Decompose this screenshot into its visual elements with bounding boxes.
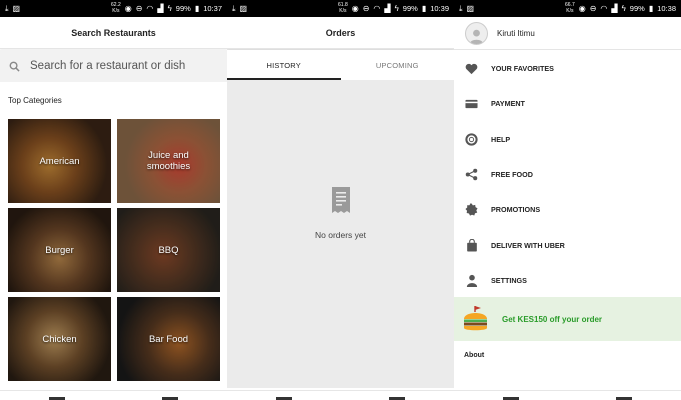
wifi-icon: ◠: [600, 3, 608, 13]
search-input[interactable]: [30, 60, 210, 72]
share-icon: [465, 168, 478, 181]
image-icon: ▨: [239, 3, 248, 13]
menu-item-label: PAYMENT: [491, 99, 525, 109]
promo-banner[interactable]: Get KES150 off your order: [454, 297, 681, 341]
category-tile-bar-food[interactable]: Bar Food: [117, 297, 220, 381]
orders-tabs: HISTORY UPCOMING: [227, 50, 454, 80]
lifebuoy-icon: [465, 133, 478, 146]
menu-item-label: FREE FOOD: [491, 170, 533, 180]
battery-level: 99%: [629, 4, 645, 13]
dnd-icon: ⊖: [362, 3, 370, 13]
location-icon: ◉: [578, 3, 586, 13]
image-icon: ▨: [466, 3, 475, 13]
tab-upcoming[interactable]: UPCOMING: [341, 50, 455, 80]
battery-icon: ▮: [648, 3, 654, 13]
menu-item-promotions[interactable]: PROMOTIONS: [454, 192, 681, 227]
charging-icon: ϟ: [167, 3, 172, 13]
about-link[interactable]: About: [464, 352, 484, 359]
avatar[interactable]: [465, 21, 488, 45]
menu-item-label: YOUR FAVORITES: [491, 64, 554, 74]
menu-item-label: PROMOTIONS: [491, 205, 541, 215]
empty-state: No orders yet: [227, 186, 454, 240]
menu-screen: ⤓ ▨ 66.7 K/s ◉ ⊖ ◠ ▟ ϟ 99% ▮ 10:38 Kirut…: [454, 0, 681, 400]
category-tile-bbq[interactable]: BBQ: [117, 208, 220, 292]
bottom-nav: [454, 388, 681, 400]
page-title: Orders: [227, 17, 454, 49]
promo-text: Get KES150 off your order: [502, 314, 603, 324]
network-speed: 62.2 K/s: [111, 2, 121, 14]
battery-icon: ▮: [194, 3, 200, 13]
category-tile-juice[interactable]: Juice and smoothies: [117, 119, 220, 203]
signal-icon: ▟: [611, 3, 618, 13]
location-icon: ◉: [351, 3, 359, 13]
bottom-nav: [0, 388, 227, 400]
network-speed: 66.7 K/s: [565, 2, 575, 14]
charging-icon: ϟ: [621, 3, 626, 13]
empty-message: No orders yet: [314, 230, 367, 240]
category-tile-burger[interactable]: Burger: [8, 208, 111, 292]
location-icon: ◉: [124, 3, 132, 13]
network-speed: 61.8 K/s: [338, 2, 348, 14]
clock: 10:38: [657, 4, 676, 13]
battery-icon: ▮: [421, 3, 427, 13]
section-title: Top Categories: [8, 96, 62, 105]
category-label: Juice and smoothies: [146, 150, 191, 172]
profile-header[interactable]: Kiruti Itimu: [454, 17, 681, 50]
category-label: Chicken: [42, 333, 77, 345]
menu-item-label: SETTINGS: [491, 275, 527, 285]
bottom-nav: [227, 388, 454, 400]
category-tile-chicken[interactable]: Chicken: [8, 297, 111, 381]
search-screen: ⤓ ▨ 62.2 K/s ◉ ⊖ ◠ ▟ ϟ 99% ▮ 10:37 Searc…: [0, 0, 227, 400]
wifi-icon: ◠: [146, 3, 154, 13]
menu-item-label: HELP: [491, 134, 511, 144]
menu-item-payment[interactable]: PAYMENT: [454, 86, 681, 121]
status-bar: ⤓ ▨ 62.2 K/s ◉ ⊖ ◠ ▟ ϟ 99% ▮ 10:37: [0, 0, 227, 17]
category-label: Burger: [45, 244, 74, 256]
menu-item-settings[interactable]: SETTINGS: [454, 263, 681, 298]
dnd-icon: ⊖: [589, 3, 597, 13]
person-icon: [469, 29, 484, 44]
battery-level: 99%: [175, 4, 191, 13]
heart-icon: [465, 62, 478, 75]
category-label: BBQ: [158, 244, 179, 256]
menu-item-label: DELIVER WITH UBER: [491, 240, 565, 250]
menu-item-help[interactable]: HELP: [454, 122, 681, 157]
status-bar: ⤓ ▨ 66.7 K/s ◉ ⊖ ◠ ▟ ϟ 99% ▮ 10:38: [454, 0, 681, 17]
menu-item-deliver[interactable]: DELIVER WITH UBER: [454, 227, 681, 262]
menu-item-favorites[interactable]: YOUR FAVORITES: [454, 51, 681, 86]
image-icon: ▨: [12, 3, 21, 13]
signal-icon: ▟: [157, 3, 164, 13]
user-name: Kiruti Itimu: [497, 28, 535, 38]
signal-icon: ▟: [384, 3, 391, 13]
battery-level: 99%: [402, 4, 418, 13]
receipt-icon: [331, 187, 350, 213]
category-grid: American Juice and smoothies Burger BBQ …: [8, 119, 220, 381]
wifi-icon: ◠: [373, 3, 381, 13]
person-icon: [465, 274, 478, 287]
menu-list: YOUR FAVORITES PAYMENT HELP FREE FOOD PR…: [454, 51, 681, 298]
orders-screen: ⤓ ▨ 61.8 K/s ◉ ⊖ ◠ ▟ ϟ 99% ▮ 10:39 Order…: [227, 0, 454, 400]
download-icon: ⤓: [459, 3, 463, 13]
charging-icon: ϟ: [394, 3, 399, 13]
search-bar[interactable]: [0, 50, 227, 82]
category-label: Bar Food: [148, 333, 189, 345]
badge-icon: [465, 203, 478, 216]
category-label: American: [39, 155, 80, 167]
search-icon: [9, 61, 20, 72]
tab-history[interactable]: HISTORY: [227, 50, 341, 80]
burger-icon: [464, 306, 487, 331]
category-tile-american[interactable]: American: [8, 119, 111, 203]
download-icon: ⤓: [5, 3, 9, 13]
card-icon: [465, 97, 478, 110]
clock: 10:37: [203, 4, 222, 13]
clock: 10:39: [430, 4, 449, 13]
page-title: Search Restaurants: [0, 17, 227, 49]
status-bar: ⤓ ▨ 61.8 K/s ◉ ⊖ ◠ ▟ ϟ 99% ▮ 10:39: [227, 0, 454, 17]
download-icon: ⤓: [232, 3, 236, 13]
bag-icon: [465, 238, 478, 252]
menu-item-free-food[interactable]: FREE FOOD: [454, 157, 681, 192]
dnd-icon: ⊖: [135, 3, 143, 13]
